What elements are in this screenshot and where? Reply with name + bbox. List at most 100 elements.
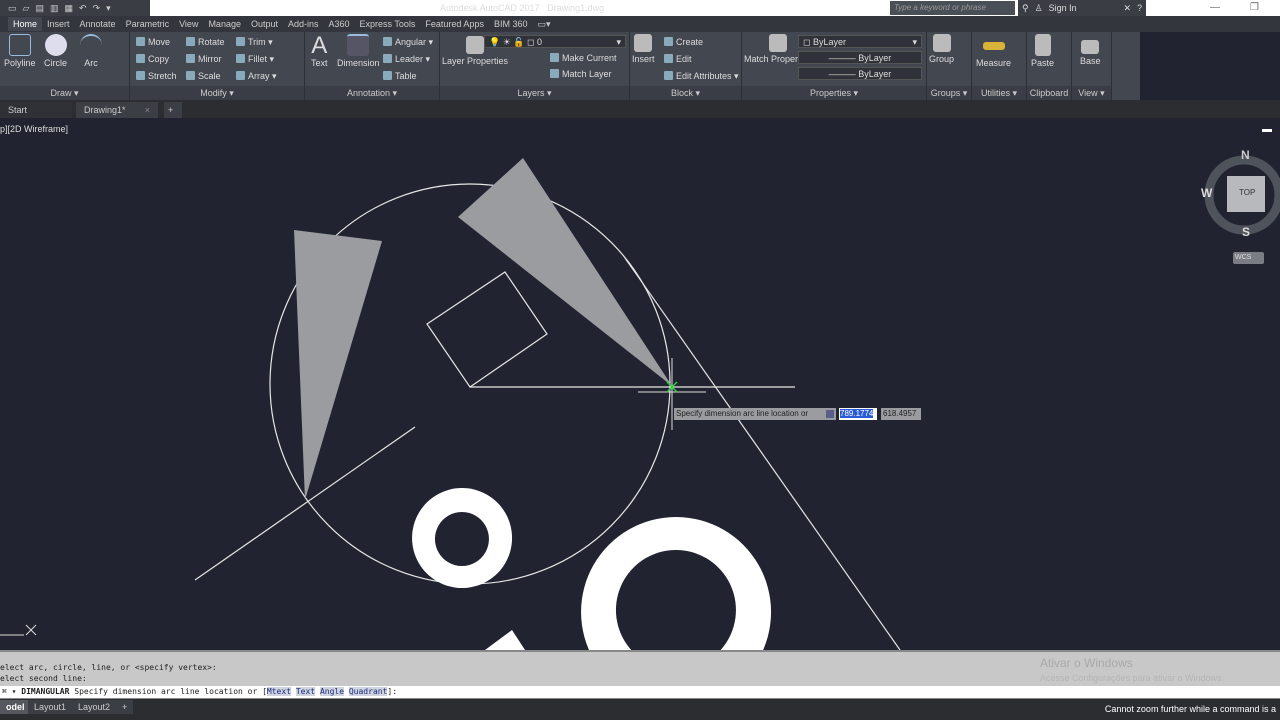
- tab-express-tools[interactable]: Express Tools: [355, 17, 421, 31]
- save-icon[interactable]: ▤: [35, 3, 44, 14]
- wcs-label[interactable]: WCS: [1235, 254, 1251, 261]
- edit-block-button[interactable]: Edit: [664, 54, 692, 64]
- layers-panel-title[interactable]: Layers ▾: [440, 86, 629, 100]
- new-icon[interactable]: ▭: [8, 3, 17, 14]
- stretch-button[interactable]: Stretch: [136, 71, 177, 81]
- option-angle[interactable]: Angle: [319, 687, 345, 696]
- option-quadrant[interactable]: Quadrant: [348, 687, 388, 696]
- properties-panel-title[interactable]: Properties ▾: [742, 86, 926, 100]
- lineweight-dropdown[interactable]: ——— ByLayer: [798, 67, 922, 80]
- open-icon[interactable]: ▱: [23, 3, 30, 14]
- modify-panel-title[interactable]: Modify ▾: [130, 86, 304, 100]
- move-button[interactable]: Move: [136, 37, 170, 47]
- base-button[interactable]: Base: [1080, 34, 1101, 66]
- tab-insert[interactable]: Insert: [42, 17, 75, 31]
- help-icon[interactable]: ?: [1137, 3, 1142, 13]
- tab-model[interactable]: odel: [0, 700, 31, 714]
- partial-shape: [485, 630, 525, 650]
- search-input[interactable]: Type a keyword or phrase: [890, 1, 1015, 15]
- color-dropdown[interactable]: ◻ ByLayer ▾: [798, 35, 922, 48]
- tab-bim360[interactable]: BIM 360: [489, 17, 533, 31]
- dimension-icon: [347, 34, 370, 56]
- dynamic-input-x[interactable]: 789.1774: [839, 408, 877, 420]
- group-button[interactable]: Group: [929, 34, 954, 64]
- option-mtext[interactable]: Mtext: [266, 687, 292, 696]
- table-button[interactable]: Table: [383, 71, 417, 81]
- array-button[interactable]: Array ▾: [236, 71, 277, 82]
- tab-addins[interactable]: Add-ins: [283, 17, 324, 31]
- add-layout-button[interactable]: +: [116, 700, 134, 714]
- copy-button[interactable]: Copy: [136, 54, 169, 64]
- make-current-button[interactable]: Make Current: [550, 53, 617, 63]
- compass-south[interactable]: S: [1242, 225, 1250, 239]
- viewport-controls[interactable]: p][2D Wireframe]: [0, 124, 68, 134]
- redo-icon[interactable]: ↷: [93, 3, 101, 14]
- panel-properties: Match Properties ◻ ByLayer ▾ ——— ByLayer …: [742, 32, 927, 100]
- tab-layout2[interactable]: Layout2: [72, 700, 117, 714]
- clipboard-panel-title[interactable]: Clipboard: [1027, 86, 1071, 100]
- tab-a360[interactable]: A360: [324, 17, 355, 31]
- view-panel-title[interactable]: View ▾: [1072, 86, 1111, 100]
- sign-in-button[interactable]: ⚲ ♙ Sign In ✕?: [1018, 0, 1146, 16]
- tab-manage[interactable]: Manage: [203, 17, 246, 31]
- restore-icon[interactable]: ❐: [1250, 2, 1259, 13]
- paste-button[interactable]: Paste: [1031, 34, 1054, 68]
- compass-west[interactable]: W: [1201, 186, 1212, 200]
- arc-button[interactable]: Arc: [80, 34, 102, 68]
- circle-button[interactable]: Circle: [44, 34, 67, 68]
- fillet-button[interactable]: Fillet ▾: [236, 54, 274, 65]
- measure-button[interactable]: Measure: [976, 34, 1011, 68]
- ribbon-toggle-icon[interactable]: ▭▾: [532, 17, 555, 32]
- compass-north[interactable]: N: [1241, 148, 1250, 162]
- tab-view[interactable]: View: [174, 17, 203, 31]
- group-icon: [932, 34, 951, 52]
- tab-layout1[interactable]: Layout1: [28, 700, 73, 714]
- panel-annotation: A Text Dimension Angular ▾ Leader ▾ Table…: [305, 32, 440, 100]
- command-line[interactable]: ⌘ ▾ DIMANGULAR Specify dimension arc lin…: [0, 686, 1280, 699]
- close-icon[interactable]: ×: [145, 105, 150, 115]
- tab-featured-apps[interactable]: Featured Apps: [420, 17, 489, 31]
- new-tab-button[interactable]: +: [164, 102, 182, 118]
- draw-panel-title[interactable]: Draw ▾: [0, 86, 129, 100]
- rotate-button[interactable]: Rotate: [186, 37, 225, 47]
- exchange-icon[interactable]: ✕: [1123, 3, 1131, 13]
- tab-home[interactable]: Home: [8, 17, 43, 31]
- dynamic-input-y[interactable]: 618.4957: [881, 408, 921, 420]
- groups-panel-title[interactable]: Groups ▾: [927, 86, 971, 100]
- dimension-button[interactable]: Dimension: [337, 34, 380, 68]
- dropdown-icon[interactable]: [826, 410, 834, 418]
- text-button[interactable]: A Text: [311, 34, 328, 69]
- annotation-panel-title[interactable]: Annotation ▾: [305, 86, 439, 100]
- undo-icon[interactable]: ↶: [79, 3, 87, 14]
- print-icon[interactable]: ▦: [64, 3, 73, 14]
- tab-output[interactable]: Output: [246, 17, 283, 31]
- tab-start[interactable]: Start: [0, 102, 72, 118]
- utilities-panel-title[interactable]: Utilities ▾: [972, 86, 1026, 100]
- drawing-canvas[interactable]: [0, 118, 1280, 650]
- polyline-icon: [8, 34, 31, 56]
- layer-dropdown[interactable]: 💡 ☀ 🔓 ◻ 0 ▾: [484, 35, 626, 48]
- saveas-icon[interactable]: ▥: [50, 3, 59, 14]
- scale-button[interactable]: Scale: [186, 71, 221, 81]
- minimize-icon[interactable]: —: [1210, 2, 1220, 13]
- create-block-button[interactable]: Create: [664, 37, 703, 47]
- match-layer-button[interactable]: Match Layer: [550, 69, 612, 79]
- angular-button[interactable]: Angular ▾: [383, 37, 433, 48]
- edit-attributes-button[interactable]: Edit Attributes ▾: [664, 71, 739, 82]
- trim-button[interactable]: Trim ▾: [236, 37, 273, 48]
- tab-annotate[interactable]: Annotate: [75, 17, 121, 31]
- option-text[interactable]: Text: [295, 687, 316, 696]
- block-panel-title[interactable]: Block ▾: [630, 86, 741, 100]
- mirror-button[interactable]: Mirror: [186, 54, 222, 64]
- insert-button[interactable]: Insert: [632, 34, 655, 64]
- tab-parametric[interactable]: Parametric: [121, 17, 175, 31]
- linetype-dropdown[interactable]: ——— ByLayer: [798, 51, 922, 64]
- leader-button[interactable]: Leader ▾: [383, 54, 430, 65]
- paste-icon: [1034, 34, 1051, 56]
- more-icon[interactable]: ▾: [106, 3, 111, 14]
- tab-drawing1[interactable]: Drawing1* ×: [76, 102, 158, 118]
- viewport-minimize-icon: [1262, 129, 1272, 132]
- viewcube-top-label[interactable]: TOP: [1239, 188, 1255, 197]
- polyline-button[interactable]: Polyline: [4, 34, 36, 68]
- panel-clipboard: Paste Clipboard: [1027, 32, 1072, 100]
